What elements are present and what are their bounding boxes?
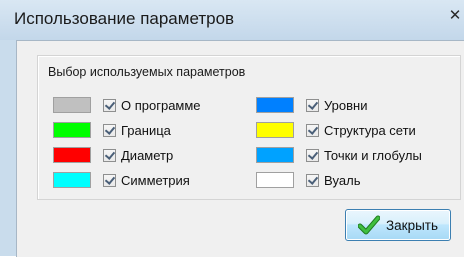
color-swatch[interactable] xyxy=(256,97,294,113)
color-swatch[interactable] xyxy=(53,97,91,113)
title-bar[interactable]: Использование параметров ✕ xyxy=(0,0,464,40)
checkbox[interactable] xyxy=(306,123,319,137)
parameter-label[interactable]: О программе xyxy=(121,98,201,113)
color-swatch[interactable] xyxy=(256,147,294,163)
parameter-network-structure[interactable]: Структура сети xyxy=(256,120,416,140)
checkbox[interactable] xyxy=(103,173,116,187)
parameter-label[interactable]: Уровни xyxy=(324,98,367,113)
checkbox[interactable] xyxy=(103,98,116,112)
color-swatch[interactable] xyxy=(53,147,91,163)
checkbox[interactable] xyxy=(103,148,116,162)
checkbox[interactable] xyxy=(306,148,319,162)
dialog-content: Выбор используемых параметров О программ… xyxy=(16,40,464,257)
parameter-veil[interactable]: Вуаль xyxy=(256,170,360,190)
parameter-label[interactable]: Точки и глобулы xyxy=(324,148,422,163)
color-swatch[interactable] xyxy=(53,122,91,138)
checkbox[interactable] xyxy=(306,98,319,112)
parameter-label[interactable]: Вуаль xyxy=(324,173,360,188)
checkbox[interactable] xyxy=(306,173,319,187)
checkbox[interactable] xyxy=(103,123,116,137)
parameter-label[interactable]: Симметрия xyxy=(121,173,190,188)
close-icon: ✕ xyxy=(448,7,462,24)
color-swatch[interactable] xyxy=(53,172,91,188)
window-close-button[interactable]: ✕ xyxy=(446,4,464,28)
parameter-symmetry[interactable]: Симметрия xyxy=(53,170,190,190)
parameter-border[interactable]: Граница xyxy=(53,120,171,140)
green-checkmark-icon xyxy=(358,215,380,235)
parameter-label[interactable]: Граница xyxy=(121,123,171,138)
parameter-label[interactable]: Диаметр xyxy=(121,148,173,163)
color-swatch[interactable] xyxy=(256,122,294,138)
window-title: Использование параметров xyxy=(14,9,235,28)
group-label: Выбор используемых параметров xyxy=(48,65,246,79)
parameter-levels[interactable]: Уровни xyxy=(256,95,367,115)
color-swatch[interactable] xyxy=(256,172,294,188)
parameters-group: Выбор используемых параметров О программ… xyxy=(37,55,461,200)
close-button-label: Закрыть xyxy=(386,217,438,233)
parameter-diameter[interactable]: Диаметр xyxy=(53,145,173,165)
dialog-window: Использование параметров ✕ Выбор использ… xyxy=(0,0,464,257)
parameter-about[interactable]: О программе xyxy=(53,95,201,115)
parameter-label[interactable]: Структура сети xyxy=(324,123,416,138)
parameter-dots-globules[interactable]: Точки и глобулы xyxy=(256,145,422,165)
close-dialog-button[interactable]: Закрыть xyxy=(345,209,451,241)
